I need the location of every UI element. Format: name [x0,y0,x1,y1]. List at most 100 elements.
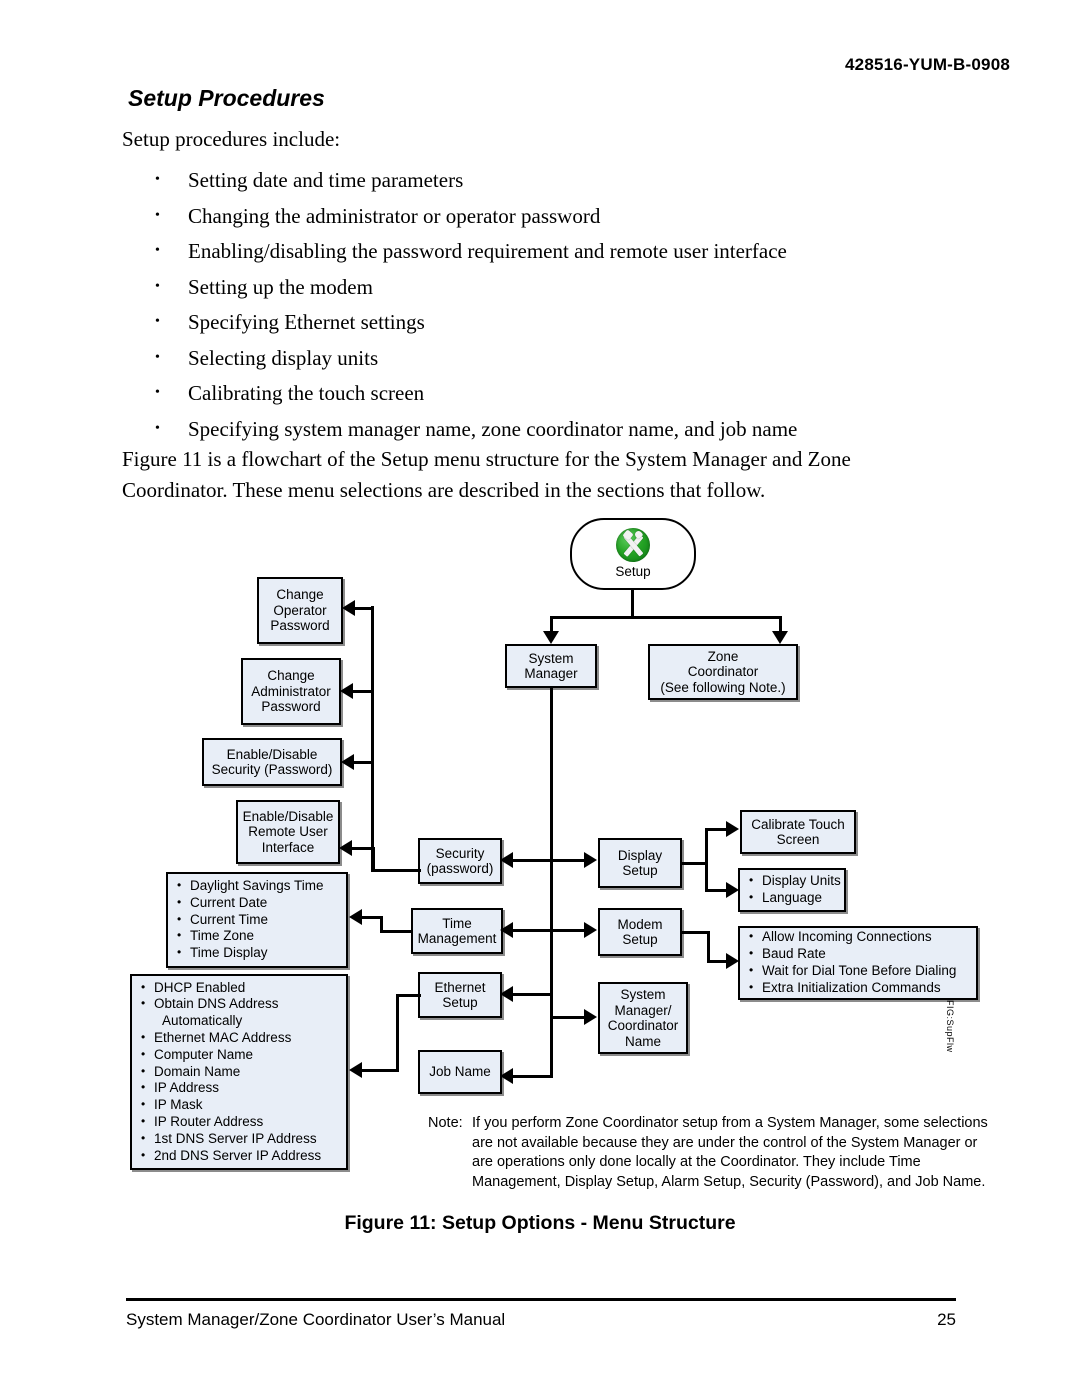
flow-node-change-administrator-password[interactable]: Change Administrator Password [241,658,341,725]
note-label: Note: [428,1115,463,1131]
flow-node-zone-coordinator[interactable]: Zone Coordinator (See following Note.) [648,644,798,700]
flow-node-change-operator-password[interactable]: Change Operator Password [257,577,343,644]
connector-remote-riser [372,847,375,869]
list-item: Obtain DNS Address [140,995,321,1013]
flow-node-setup-label: Setup [615,564,651,580]
connector-setup-stem [631,590,634,618]
flow-node-display-setup[interactable]: Display Setup [598,838,682,888]
connector-display-up [705,828,727,831]
procedures-list: Setting date and time parameters Changin… [155,162,1015,448]
connector-time-into-list [362,916,382,919]
connector-trunk-to-ethernet [513,993,553,996]
connector-to-operator-password [355,607,374,610]
list-item: Computer Name [140,1046,321,1064]
list-item: Selecting display units [155,340,1015,377]
document-code: 428516-YUM-B-0908 [845,55,1010,74]
arrow-time-management [500,922,513,938]
flow-node-system-manager[interactable]: System Manager [505,644,597,688]
flow-node-ethernet-setup[interactable]: Ethernet Setup [418,972,502,1018]
flow-node-sm-coordinator-name-label: System Manager/ Coordinator Name [607,987,679,1049]
list-item: Display Units [748,872,841,890]
list-item: Daylight Savings Time [176,877,324,895]
list-item: Allow Incoming Connections [748,928,956,946]
flow-node-system-manager-label: System Manager [524,650,578,682]
connector-trunk-to-display [550,859,585,862]
flow-node-modem-details[interactable]: Allow Incoming Connections Baud Rate Wai… [738,926,978,1000]
connector-trunk-to-modem [550,929,585,932]
flow-node-modem-setup-label: Modem Setup [617,916,663,948]
flow-node-job-name[interactable]: Job Name [418,1050,502,1094]
setup-tools-icon [616,528,650,563]
list-item: Time Zone [176,927,324,945]
list-item: Language [748,889,841,907]
ethernet-detail-list: DHCP Enabled Obtain DNS Address Automati… [140,979,321,1165]
list-item: Automatically [162,1013,243,1029]
document-page: 428516-YUM-B-0908 Setup Procedures Setup… [0,0,1080,1397]
list-item: Current Time [176,911,324,929]
connector-setup-to-sm [550,616,553,632]
arrow-change-operator-password [342,600,355,616]
list-item: Setting up the modem [155,269,1015,306]
flow-node-ethernet-details[interactable]: DHCP Enabled Obtain DNS Address Automati… [130,974,348,1170]
footer-page-number: 25 [937,1310,956,1329]
arrow-ethernet-details [349,1062,362,1078]
flow-node-time-management[interactable]: Time Management [411,908,503,954]
flow-node-security-password[interactable]: Security (password) [418,838,502,884]
list-item: Specifying system manager name, zone coo… [155,411,1015,448]
flow-node-change-administrator-password-label: Change Administrator Password [251,668,331,715]
connector-display-down [705,889,727,892]
flow-node-modem-setup[interactable]: Modem Setup [598,908,682,956]
time-management-detail-list: Daylight Savings Time Current Date Curre… [176,877,324,962]
list-item: IP Router Address [140,1113,321,1131]
arrow-sm-coordinator-name [584,1009,597,1025]
connector-system-manager-trunk [550,688,553,1078]
connector-password-trunk [371,606,374,872]
flow-node-change-operator-password-label: Change Operator Password [270,587,330,634]
connector-modem-riser [707,931,710,963]
flow-node-zone-coordinator-label: Zone Coordinator (See following Note.) [660,648,786,695]
connector-setup-to-zc [779,616,782,632]
list-item: Baud Rate [748,945,956,963]
arrow-to-system-manager [543,631,559,644]
arrow-security [500,852,513,868]
connector-setup-split [550,616,782,619]
connector-display-out [680,862,708,865]
flow-node-calibrate-touch-screen[interactable]: Calibrate Touch Screen [740,810,856,854]
list-item: IP Mask [140,1096,321,1114]
list-item: Extra Initialization Commands [748,979,956,997]
list-item: Enabling/disabling the password requirem… [155,233,1015,270]
flow-node-calibrate-label: Calibrate Touch Screen [751,816,845,848]
connector-display-split [705,828,708,892]
flow-node-job-name-label: Job Name [429,1064,491,1080]
connector-time-out [380,930,412,933]
list-item: Calibrating the touch screen [155,375,1015,412]
flow-node-time-management-details[interactable]: Daylight Savings Time Current Date Curre… [166,872,348,968]
arrow-modem-setup [584,922,597,938]
list-item: Wait for Dial Tone Before Dialing [748,962,956,980]
flow-node-enable-disable-security-label: Enable/Disable Security (Password) [211,746,333,778]
connector-modem-out [680,931,710,934]
arrow-to-zone-coordinator [772,631,788,644]
list-item: Time Display [176,944,324,962]
list-item: 2nd DNS Server IP Address [140,1147,321,1165]
flow-node-system-manager-coordinator-name[interactable]: System Manager/ Coordinator Name [598,982,688,1054]
arrow-calibrate-touch-screen [726,821,739,837]
list-item: Current Date [176,894,324,912]
figure-side-code: FIG:SupFlw [945,1000,955,1053]
flow-node-enable-disable-remote-user-interface[interactable]: Enable/Disable Remote User Interface [236,800,340,864]
arrow-display-setup [584,852,597,868]
flow-node-setup[interactable]: Setup [570,518,696,590]
flow-node-display-details[interactable]: Display Units Language [738,868,846,912]
connector-remote-horizontal [352,847,374,850]
connector-trunk-to-time [513,929,553,932]
connector-ethernet-into-list [362,1069,399,1072]
list-item: Ethernet MAC Address [140,1029,321,1047]
footer-divider [126,1298,956,1301]
arrow-ethernet-setup [500,986,513,1002]
arrow-enable-disable-security [341,754,354,770]
flow-node-enable-disable-security[interactable]: Enable/Disable Security (Password) [202,738,342,786]
list-item: Domain Name [140,1063,321,1081]
display-detail-list: Display Units Language [748,872,841,907]
connector-trunk-to-job-name [513,1075,553,1078]
flow-node-time-management-label: Time Management [417,915,497,947]
